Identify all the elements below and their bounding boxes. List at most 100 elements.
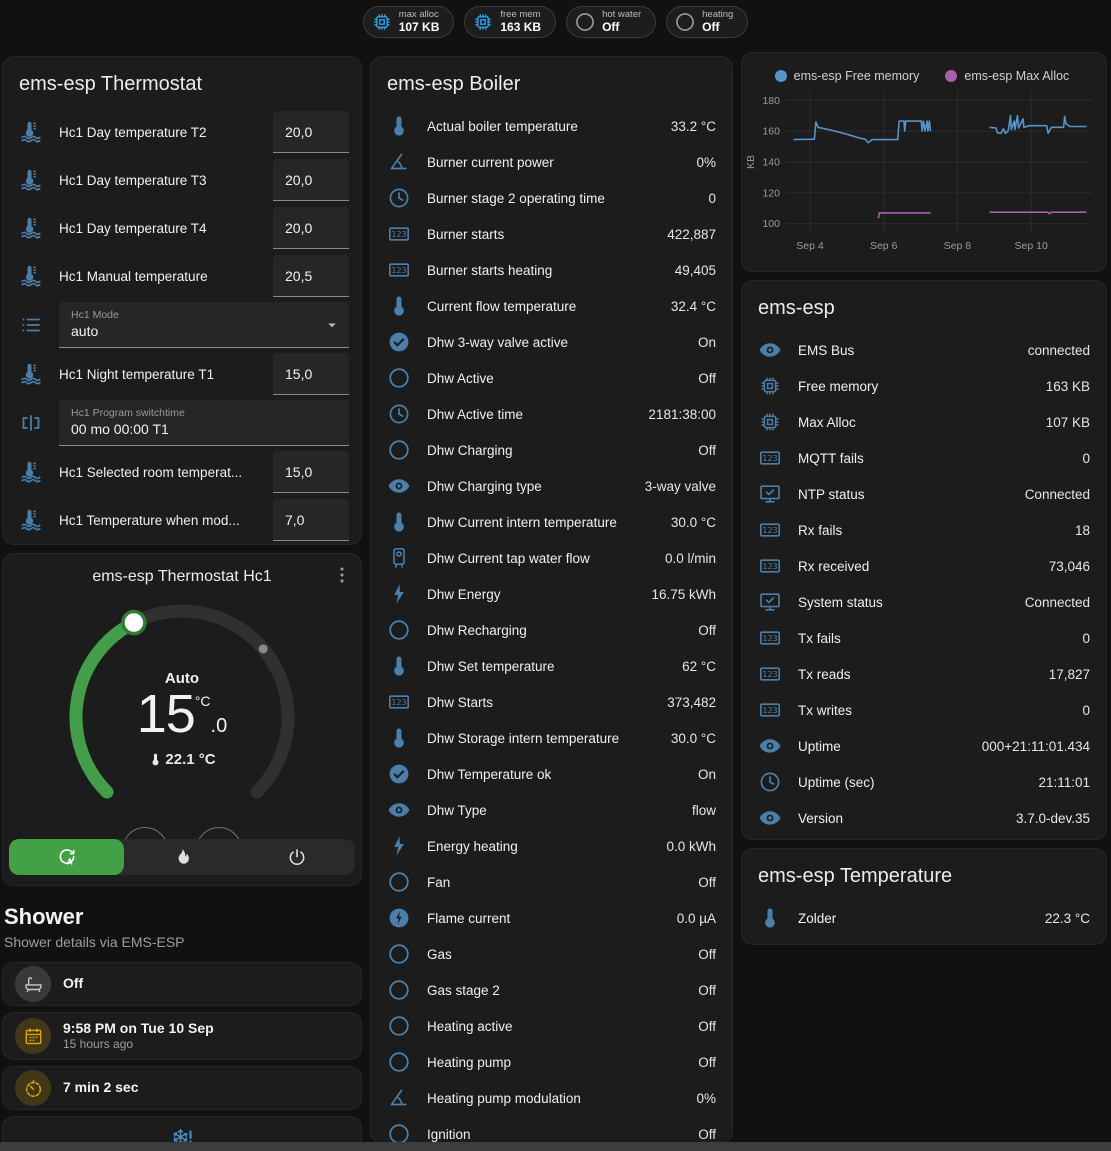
entity-row[interactable]: Uptime (sec) 21:11:01 xyxy=(742,764,1106,800)
entity-row[interactable]: Dhw Active time 2181:38:00 xyxy=(371,396,732,432)
entity-row[interactable]: 123 Dhw Starts 373,482 xyxy=(371,684,732,720)
eye-icon xyxy=(758,338,782,362)
legend-item[interactable]: ems-esp Free memory xyxy=(775,69,920,83)
entity-label: Burner current power xyxy=(427,155,688,170)
entity-row[interactable]: Hc1 Program switchtime 00 mo 00:00 T1 xyxy=(3,398,361,448)
entity-row[interactable]: Energy heating 0.0 kWh xyxy=(371,828,732,864)
entity-row[interactable]: Dhw Temperature ok On xyxy=(371,756,732,792)
entity-label: Dhw Current tap water flow xyxy=(427,551,657,566)
bathtub-icon xyxy=(23,974,44,995)
entity-row[interactable]: 123 Burner starts 422,887 xyxy=(371,216,732,252)
number-input[interactable]: 20,0 xyxy=(273,159,349,201)
horizontal-scrollbar[interactable] xyxy=(0,1142,1111,1151)
text-input[interactable]: Hc1 Program switchtime 00 mo 00:00 T1 xyxy=(59,400,349,446)
entity-row[interactable]: Dhw Type flow xyxy=(371,792,732,828)
entity-label: Gas xyxy=(427,947,690,962)
entity-row[interactable]: Gas stage 2 Off xyxy=(371,972,732,1008)
entity-row[interactable]: Dhw Charging Off xyxy=(371,432,732,468)
tile[interactable]: 9:58 PM on Tue 10 Sep 15 hours ago xyxy=(2,1012,362,1060)
number-input[interactable]: 15,0 xyxy=(273,451,349,493)
entity-row[interactable]: Free memory 163 KB xyxy=(742,368,1106,404)
number-input[interactable]: 15,0 xyxy=(273,353,349,395)
entity-row[interactable]: Burner current power 0% xyxy=(371,144,732,180)
status-badge[interactable]: heating Off xyxy=(666,6,748,38)
entity-value: 33.2 °C xyxy=(671,119,716,134)
tile[interactable]: 7 min 2 sec xyxy=(2,1066,362,1110)
entity-row[interactable]: Hc1 Day temperature T2 20,0 xyxy=(3,108,361,156)
thermometer-icon xyxy=(387,114,411,138)
entity-row[interactable]: 123 Tx reads 17,827 xyxy=(742,656,1106,692)
entity-row[interactable]: Heating active Off xyxy=(371,1008,732,1044)
entity-row[interactable]: Max Alloc 107 KB xyxy=(742,404,1106,440)
entity-row[interactable]: 123 Rx fails 18 xyxy=(742,512,1106,548)
status-badge[interactable]: hot water Off xyxy=(566,6,656,38)
entity-row[interactable]: Ignition Off xyxy=(371,1116,732,1144)
number-input[interactable]: 20,5 xyxy=(273,255,349,297)
hvac-mode-button[interactable]: A xyxy=(9,839,124,875)
entity-row[interactable]: Flame current 0.0 µA xyxy=(371,900,732,936)
number-input[interactable]: 7,0 xyxy=(273,499,349,541)
entity-row[interactable]: Zolder 22.3 °C xyxy=(742,900,1106,936)
coolant-thermometer-icon xyxy=(19,362,43,386)
circle-icon xyxy=(387,1014,411,1038)
entity-value: 2181:38:00 xyxy=(648,407,716,422)
entity-row[interactable]: Dhw Set temperature 62 °C xyxy=(371,648,732,684)
entity-value: 0.0 kWh xyxy=(666,839,716,854)
entity-row[interactable]: Dhw Current tap water flow 0.0 l/min xyxy=(371,540,732,576)
entity-row[interactable]: Hc1 Night temperature T1 15,0 xyxy=(3,350,361,398)
angle-icon xyxy=(387,1086,411,1110)
more-options-icon[interactable] xyxy=(331,564,353,586)
entity-row[interactable]: Dhw Recharging Off xyxy=(371,612,732,648)
entity-row[interactable]: Hc1 Temperature when mod... 7,0 xyxy=(3,496,361,544)
legend-item[interactable]: ems-esp Max Alloc xyxy=(945,69,1069,83)
shower-tiles: Off 9:58 PM on Tue 10 Sep 15 hours ago 7… xyxy=(2,962,362,1151)
entity-row[interactable]: Dhw Active Off xyxy=(371,360,732,396)
angle-icon xyxy=(387,150,411,174)
entity-row[interactable]: Heating pump modulation 0% xyxy=(371,1080,732,1116)
entity-row[interactable]: Hc1 Day temperature T4 20,0 xyxy=(3,204,361,252)
entity-row[interactable]: Version 3.7.0-dev.35 xyxy=(742,800,1106,836)
entity-row[interactable]: Uptime 000+21:11:01.434 xyxy=(742,728,1106,764)
line-chart: 100120140160180Sep 4Sep 6Sep 8Sep 10KB xyxy=(744,85,1098,257)
number-input[interactable]: 20,0 xyxy=(273,111,349,153)
entity-value: 18 xyxy=(1075,523,1090,538)
chip-icon xyxy=(472,11,494,33)
entity-row[interactable]: Burner stage 2 operating time 0 xyxy=(371,180,732,216)
entity-value: 0% xyxy=(696,155,716,170)
entity-row[interactable]: Hc1 Mode auto xyxy=(3,300,361,350)
entity-row[interactable]: Current flow temperature 32.4 °C xyxy=(371,288,732,324)
entity-row[interactable]: Heating pump Off xyxy=(371,1044,732,1080)
entity-row[interactable]: Dhw Current intern temperature 30.0 °C xyxy=(371,504,732,540)
entity-row[interactable]: 123 Rx received 73,046 xyxy=(742,548,1106,584)
entity-row[interactable]: Hc1 Selected room temperat... 15,0 xyxy=(3,448,361,496)
number-input[interactable]: 20,0 xyxy=(273,207,349,249)
entity-row[interactable]: 123 Burner starts heating 49,405 xyxy=(371,252,732,288)
entity-row[interactable]: 123 Tx fails 0 xyxy=(742,620,1106,656)
hvac-mode-button[interactable] xyxy=(240,839,355,875)
hvac-mode-button[interactable] xyxy=(124,839,239,875)
entity-value: 0% xyxy=(696,1091,716,1106)
entity-row[interactable]: Hc1 Manual temperature 20,5 xyxy=(3,252,361,300)
counter-icon: 123 xyxy=(758,626,782,650)
entity-row[interactable]: Hc1 Day temperature T3 20,0 xyxy=(3,156,361,204)
status-badge[interactable]: free mem 163 KB xyxy=(464,6,556,38)
entity-row[interactable]: Dhw Energy 16.75 kWh xyxy=(371,576,732,612)
mode-select[interactable]: Hc1 Mode auto xyxy=(59,302,349,348)
entity-row[interactable]: Dhw Storage intern temperature 30.0 °C xyxy=(371,720,732,756)
entity-row[interactable]: NTP status Connected xyxy=(742,476,1106,512)
entity-row[interactable]: Gas Off xyxy=(371,936,732,972)
svg-text:120: 120 xyxy=(762,187,780,199)
entity-row[interactable]: EMS Bus connected xyxy=(742,332,1106,368)
clock-icon xyxy=(387,402,411,426)
entity-row[interactable]: Dhw 3-way valve active On xyxy=(371,324,732,360)
entity-row[interactable]: Fan Off xyxy=(371,864,732,900)
entity-row[interactable]: System status Connected xyxy=(742,584,1106,620)
entity-row[interactable]: 123 Tx writes 0 xyxy=(742,692,1106,728)
check-circle-icon xyxy=(387,762,411,786)
entity-row[interactable]: Dhw Charging type 3-way valve xyxy=(371,468,732,504)
badge-row: max alloc 107 KB free mem 163 KB hot wat… xyxy=(0,6,1111,38)
entity-row[interactable]: 123 MQTT fails 0 xyxy=(742,440,1106,476)
tile[interactable]: Off xyxy=(2,962,362,1006)
status-badge[interactable]: max alloc 107 KB xyxy=(363,6,455,38)
entity-row[interactable]: Actual boiler temperature 33.2 °C xyxy=(371,108,732,144)
